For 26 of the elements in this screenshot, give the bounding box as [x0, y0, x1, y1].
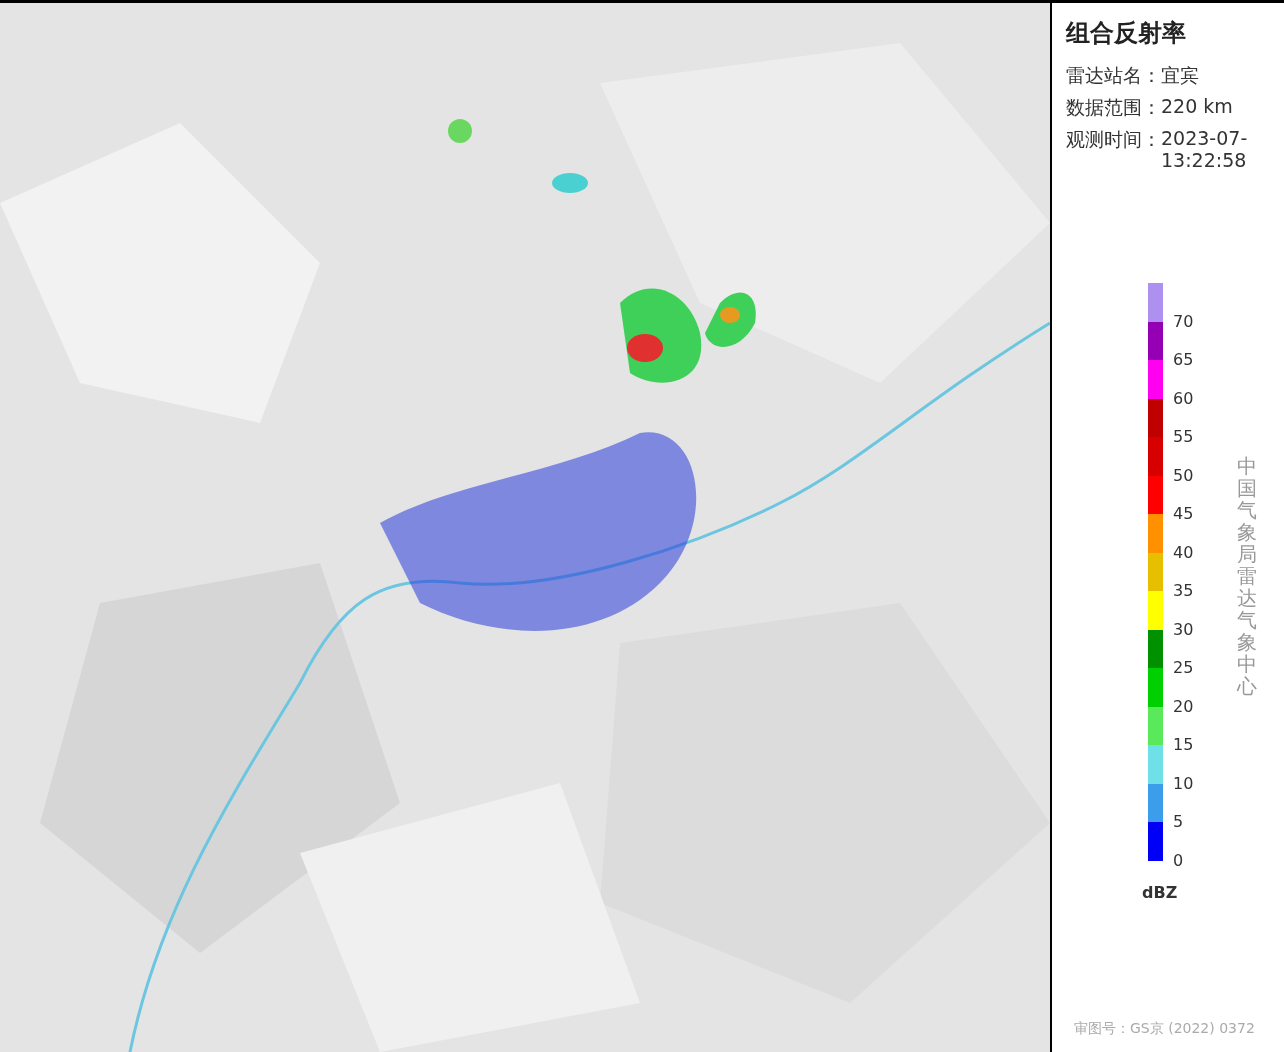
info-label: 观测时间： [1066, 127, 1161, 152]
info-value: 13:22:58 [1161, 149, 1248, 171]
info-value: 220 km [1161, 95, 1233, 117]
info-label: 雷达站名： [1066, 63, 1161, 88]
legend-label: 30 [1173, 621, 1195, 638]
info-value: 2023-07- [1161, 127, 1248, 149]
legend-label: 10 [1173, 775, 1195, 792]
legend-label: 60 [1173, 390, 1195, 407]
legend-label: 45 [1173, 506, 1195, 522]
info-label: 数据范围： [1066, 95, 1161, 120]
legend-label: 0 [1173, 852, 1185, 869]
credit-text: 中国气象局雷达气象中心 [1237, 455, 1257, 700]
legend-label: 5 [1173, 814, 1185, 830]
legend-label: 20 [1173, 698, 1195, 715]
legend-label: 25 [1173, 660, 1195, 676]
map-approval-number: 审图号：GS京 (2022) 0372 [1074, 1020, 1256, 1038]
panel-title: 组合反射率 [1066, 18, 1187, 49]
legend-unit: dBZ [1142, 882, 1179, 902]
legend-label: 55 [1173, 429, 1195, 445]
legend-label: 15 [1173, 737, 1195, 753]
legend-label: 50 [1173, 467, 1195, 484]
legend-label: 40 [1173, 544, 1195, 561]
legend-label: 35 [1173, 583, 1195, 599]
legend-label: 65 [1173, 352, 1195, 368]
info-value: 宜宾 [1161, 63, 1199, 88]
legend-label: 70 [1173, 313, 1195, 330]
